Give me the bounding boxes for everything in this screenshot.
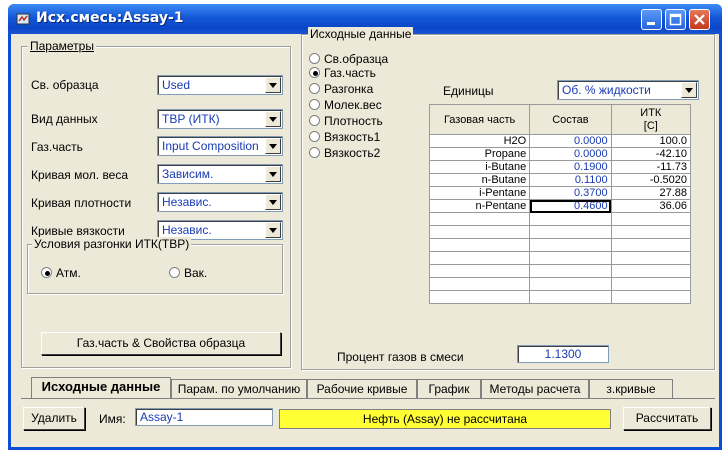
tab-default-params[interactable]: Парам. по умолчанию: [171, 379, 307, 399]
table-row-empty: [428, 212, 692, 226]
status-bar: Нефть (Assay) не рассчитана: [279, 409, 611, 429]
chevron-down-icon[interactable]: [265, 222, 281, 238]
gas-props-button[interactable]: Газ.часть & Свойства образца: [41, 332, 281, 355]
name-label: Имя:: [99, 412, 126, 426]
table-row: i-Butane 0.1900 -11.73: [428, 160, 692, 174]
radio-dot: [169, 267, 180, 278]
close-icon: [694, 14, 705, 25]
gas-composition-table: Газовая часть Состав ИТК [C] H2O 0.0000 100…: [428, 104, 692, 304]
sample-props-label: Св. образца: [31, 78, 99, 92]
sample-props-select[interactable]: Used: [157, 75, 283, 95]
table-row: i-Pentane 0.3700 27.88: [428, 186, 692, 200]
name-field[interactable]: Assay-1: [135, 408, 273, 426]
table-row: n-Pentane 0.4600 36.06: [428, 199, 692, 213]
data-type-select[interactable]: ТВР (ИТК): [157, 109, 283, 129]
maximize-button[interactable]: [665, 9, 686, 30]
table-row: H2O 0.0000 100.0: [428, 134, 692, 148]
table-cell-input[interactable]: 0.1900: [529, 160, 612, 174]
tab-chart[interactable]: График: [417, 379, 481, 399]
radio-dot: [41, 267, 52, 278]
chevron-down-icon[interactable]: [681, 82, 697, 98]
gas-part-label: Газ.часть: [31, 140, 83, 154]
table-row-empty: [428, 277, 692, 291]
radio-vac[interactable]: Вак.: [169, 266, 207, 280]
table-cell-input[interactable]: 0.1100: [529, 173, 612, 187]
table-row: n-Butane 0.1100 -0.5020: [428, 173, 692, 187]
distillation-conditions-label: Условия разгонки ИТК(ТВР): [32, 237, 192, 251]
col-header-tbp: ИТК [C]: [610, 104, 692, 135]
chevron-down-icon[interactable]: [265, 166, 281, 182]
tab-curves[interactable]: з.кривые: [589, 379, 673, 399]
viscosity-curves-label: Кривые вязкости: [31, 224, 125, 238]
col-header-gas: Газовая часть: [428, 104, 531, 135]
table-row-empty: [428, 238, 692, 252]
delete-button[interactable]: Удалить: [23, 407, 85, 430]
chevron-down-icon[interactable]: [265, 138, 281, 154]
tab-working-curves[interactable]: Рабочие кривые: [307, 379, 417, 399]
minimize-button[interactable]: [641, 9, 662, 30]
table-row-empty: [428, 225, 692, 239]
table-row-empty: [428, 290, 692, 304]
gas-part-select[interactable]: Input Composition: [157, 136, 283, 156]
table-cell-input[interactable]: 0.3700: [529, 186, 612, 200]
gas-percent-label: Процент газов в смеси: [337, 350, 464, 364]
density-curve-label: Кривая плотности: [31, 196, 132, 210]
window-title: Исх.смесь:Assay-1: [36, 10, 184, 26]
tab-source-data[interactable]: Исходные данные: [31, 377, 171, 399]
col-header-composition: Состав: [529, 104, 612, 135]
close-button[interactable]: [689, 9, 710, 30]
data-type-label: Вид данных: [31, 112, 98, 126]
chevron-down-icon[interactable]: [265, 77, 281, 93]
radio-mol-weight[interactable]: Молек.вес: [309, 98, 382, 112]
table-row-empty: [428, 264, 692, 278]
radio-atm[interactable]: Атм.: [41, 266, 81, 280]
parameters-group-label: Параметры: [28, 39, 96, 53]
tab-calc-methods[interactable]: Методы расчета: [481, 379, 589, 399]
minimize-icon: [647, 22, 655, 25]
radio-gas-part[interactable]: Газ.часть: [309, 66, 376, 80]
radio-density[interactable]: Плотность: [309, 114, 383, 128]
density-curve-select[interactable]: Независ.: [157, 192, 283, 212]
radio-sample-props[interactable]: Св.образца: [309, 52, 388, 66]
table-row-empty: [428, 251, 692, 265]
table-header-row: Газовая часть Состав ИТК [C]: [428, 104, 692, 135]
gas-percent-field[interactable]: 1.1300: [517, 345, 609, 363]
assay-window: Исх.смесь:Assay-1 Параметры Св. образца …: [8, 4, 722, 450]
radio-viscosity1[interactable]: Вязкость1: [309, 130, 380, 144]
tab-divider: [21, 398, 715, 399]
table-cell-selected[interactable]: 0.4600: [529, 199, 612, 213]
source-data-group-label: Исходные данные: [308, 27, 414, 41]
table-cell-input[interactable]: 0.0000: [529, 147, 612, 161]
calculate-button[interactable]: Рассчитать: [623, 407, 711, 430]
mw-curve-select[interactable]: Зависим.: [157, 164, 283, 184]
units-select[interactable]: Об. % жидкости: [557, 80, 699, 100]
table-cell-input[interactable]: 0.0000: [529, 134, 612, 148]
units-label: Единицы: [443, 84, 494, 98]
radio-viscosity2[interactable]: Вязкость2: [309, 146, 380, 160]
app-icon: [16, 13, 30, 25]
chevron-down-icon[interactable]: [265, 194, 281, 210]
table-row: Propane 0.0000 -42.10: [428, 147, 692, 161]
maximize-icon: [669, 13, 682, 26]
radio-distillation[interactable]: Разгонка: [309, 82, 373, 96]
chevron-down-icon[interactable]: [265, 111, 281, 127]
mw-curve-label: Кривая мол. веса: [31, 168, 129, 182]
